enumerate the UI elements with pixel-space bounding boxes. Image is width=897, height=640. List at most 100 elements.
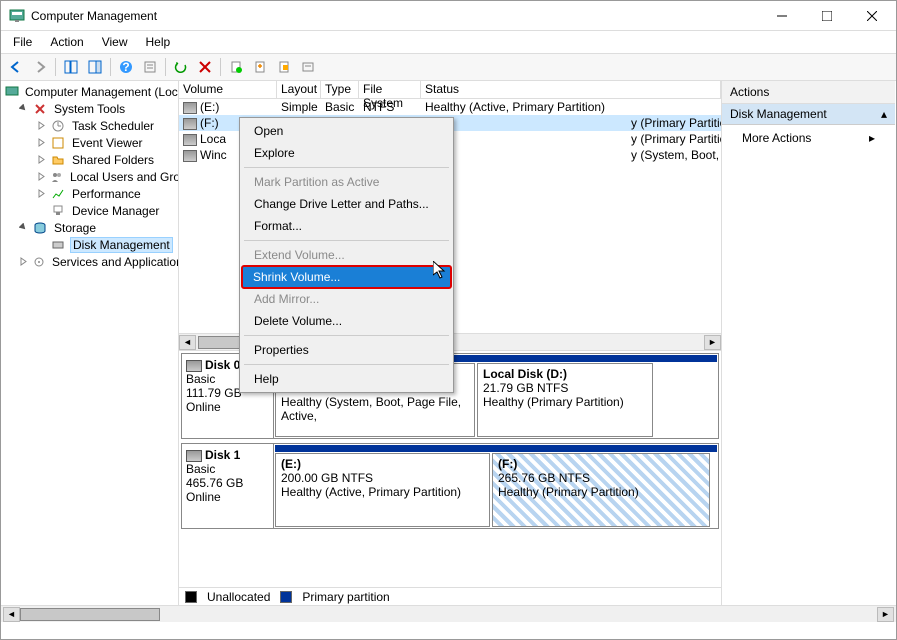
volume-status: y (System, Boot, Page File, Active, Cras… — [421, 148, 721, 162]
expand-icon[interactable] — [37, 155, 46, 164]
partition-size: 265.76 GB NTFS — [498, 471, 590, 485]
disk-state: Online — [186, 400, 269, 414]
partition-size: 200.00 GB NTFS — [281, 471, 373, 485]
scroll-thumb[interactable] — [20, 608, 160, 621]
expand-icon[interactable] — [37, 189, 46, 198]
options-button[interactable] — [297, 56, 319, 78]
minimize-button[interactable] — [759, 2, 804, 30]
storage-icon — [32, 220, 48, 236]
disk-label: Disk 0 — [205, 358, 240, 372]
tree-storage[interactable]: Storage — [1, 219, 178, 236]
event-icon — [50, 135, 66, 151]
properties-button[interactable] — [225, 56, 247, 78]
expand-icon[interactable] — [37, 172, 46, 181]
maximize-button[interactable] — [804, 2, 849, 30]
clock-icon — [50, 118, 66, 134]
actions-header: Actions — [722, 81, 895, 104]
volume-icon — [183, 134, 197, 146]
expand-icon[interactable] — [37, 121, 46, 130]
forward-button[interactable] — [29, 56, 51, 78]
tree-system-tools[interactable]: System Tools — [1, 100, 178, 117]
collapse-icon[interactable] — [19, 223, 28, 232]
disk-icon — [186, 360, 202, 372]
col-layout[interactable]: Layout — [277, 81, 321, 98]
ctx-explore[interactable]: Explore — [242, 142, 451, 164]
disk-size: 465.76 GB — [186, 476, 269, 490]
close-button[interactable] — [849, 2, 894, 30]
tree-event-viewer[interactable]: Event Viewer — [1, 134, 178, 151]
settings-button[interactable] — [139, 56, 161, 78]
partition[interactable]: (F:)265.76 GB NTFSHealthy (Primary Parti… — [492, 453, 710, 527]
tree-local-users[interactable]: Local Users and Groups — [1, 168, 178, 185]
actions-group-label: Disk Management — [730, 107, 827, 121]
partition[interactable]: Local Disk (D:)21.79 GB NTFSHealthy (Pri… — [477, 363, 653, 437]
volume-name: Loca — [200, 132, 226, 146]
disk-icon — [50, 237, 66, 253]
tree-services[interactable]: Services and Applications — [1, 253, 178, 270]
nav-tree[interactable]: Computer Management (Local System Tools … — [1, 81, 179, 605]
volume-status: y (Primary Partition) — [421, 116, 721, 130]
menu-help[interactable]: Help — [138, 33, 179, 51]
disk-legend: Unallocated Primary partition — [179, 587, 721, 605]
expand-icon[interactable] — [19, 257, 28, 266]
tree-shared-folders[interactable]: Shared Folders — [1, 151, 178, 168]
refresh-button[interactable] — [170, 56, 192, 78]
delete-button[interactable] — [194, 56, 216, 78]
volume-name: (E:) — [200, 100, 219, 114]
expand-icon[interactable] — [37, 138, 46, 147]
tree-disk-management[interactable]: Disk Management — [1, 236, 178, 253]
users-icon — [50, 169, 64, 185]
volume-name: Winc — [200, 148, 227, 162]
tree-label: Shared Folders — [70, 153, 156, 167]
window-scrollbar[interactable]: ◄ ► — [1, 605, 896, 622]
tree-device-manager[interactable]: Device Manager — [1, 202, 178, 219]
partition-name: (F:) — [498, 457, 517, 471]
actions-group[interactable]: Disk Management ▴ — [722, 104, 895, 125]
show-hide-action-button[interactable] — [84, 56, 106, 78]
ctx-shrink-volume[interactable]: Shrink Volume... — [241, 265, 452, 289]
separator — [244, 335, 449, 336]
disk-info[interactable]: Disk 1 Basic 465.76 GB Online — [182, 444, 274, 528]
scroll-left-button[interactable]: ◄ — [179, 335, 196, 350]
back-button[interactable] — [5, 56, 27, 78]
ctx-delete-volume[interactable]: Delete Volume... — [242, 310, 451, 332]
col-volume[interactable]: Volume — [179, 81, 277, 98]
scroll-right-button[interactable]: ► — [704, 335, 721, 350]
col-type[interactable]: Type — [321, 81, 359, 98]
volume-status: Healthy (Active, Primary Partition) — [421, 100, 721, 114]
context-menu: Open Explore Mark Partition as Active Ch… — [239, 117, 454, 393]
partition[interactable]: (E:)200.00 GB NTFSHealthy (Active, Prima… — [275, 453, 490, 527]
menu-view[interactable]: View — [94, 33, 136, 51]
partition-status: Healthy (System, Boot, Page File, Active… — [281, 395, 461, 423]
volume-row[interactable]: (E:)SimpleBasicNTFSHealthy (Active, Prim… — [179, 99, 721, 115]
legend-unallocated-swatch — [185, 591, 197, 603]
action-more[interactable]: More Actions ▸ — [722, 125, 895, 151]
menu-file[interactable]: File — [5, 33, 40, 51]
col-filesystem[interactable]: File System — [359, 81, 421, 98]
new-button[interactable] — [249, 56, 271, 78]
ctx-help[interactable]: Help — [242, 368, 451, 390]
tree-label: Performance — [70, 187, 143, 201]
app-icon — [9, 8, 25, 24]
volume-icon — [183, 150, 197, 162]
volume-name: (F:) — [200, 116, 219, 130]
tree-performance[interactable]: Performance — [1, 185, 178, 202]
separator — [244, 240, 449, 241]
help-button[interactable]: ? — [115, 56, 137, 78]
ctx-properties[interactable]: Properties — [242, 339, 451, 361]
volume-fs: NTFS — [359, 100, 421, 114]
show-hide-tree-button[interactable] — [60, 56, 82, 78]
wizard-button[interactable] — [273, 56, 295, 78]
menu-action[interactable]: Action — [42, 33, 91, 51]
computer-icon — [5, 84, 19, 100]
tree-root[interactable]: Computer Management (Local — [1, 83, 178, 100]
scroll-left-button[interactable]: ◄ — [3, 607, 20, 622]
ctx-open[interactable]: Open — [242, 120, 451, 142]
col-status[interactable]: Status — [421, 81, 721, 98]
scroll-right-button[interactable]: ► — [877, 607, 894, 622]
collapse-icon[interactable] — [19, 104, 28, 113]
ctx-change-drive-letter[interactable]: Change Drive Letter and Paths... — [242, 193, 451, 215]
ctx-format[interactable]: Format... — [242, 215, 451, 237]
legend-primary-label: Primary partition — [302, 590, 389, 604]
tree-task-scheduler[interactable]: Task Scheduler — [1, 117, 178, 134]
